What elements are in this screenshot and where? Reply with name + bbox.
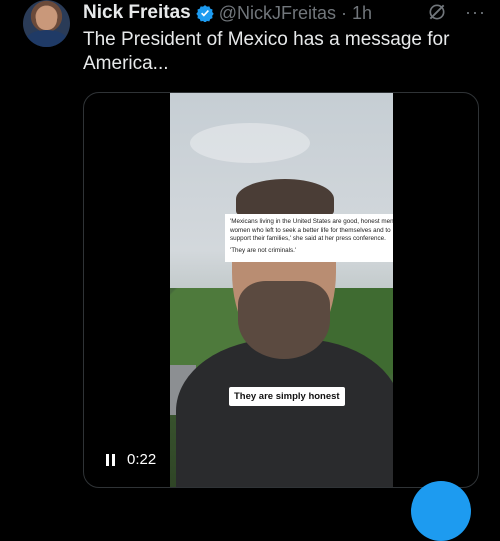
video-frame[interactable]: 'Mexicans living in the United States ar… bbox=[170, 93, 393, 487]
video-quote-overlay: 'Mexicans living in the United States ar… bbox=[225, 214, 393, 263]
tweet-header: Nick Freitas @NickJFreitas · 1h bbox=[83, 0, 372, 26]
grok-icon[interactable] bbox=[427, 2, 447, 22]
video-caption: They are simply honest bbox=[229, 387, 345, 406]
tweet-actions-top: ··· bbox=[427, 2, 486, 22]
video-person-beard bbox=[238, 281, 330, 359]
video-elapsed-time: 0:22 bbox=[127, 451, 157, 468]
compose-button[interactable] bbox=[411, 481, 471, 541]
quote-paragraph-1: 'Mexicans living in the United States ar… bbox=[230, 218, 393, 243]
tweet-text: The President of Mexico has a message fo… bbox=[83, 29, 450, 74]
more-icon[interactable]: ··· bbox=[465, 3, 486, 21]
video-person-shirt bbox=[176, 339, 393, 487]
video-player[interactable]: 'Mexicans living in the United States ar… bbox=[83, 92, 479, 488]
separator-dot: · bbox=[341, 2, 348, 23]
video-controls: 0:22 bbox=[106, 451, 156, 468]
author-handle[interactable]: @NickJFreitas bbox=[219, 3, 336, 24]
video-person-hair bbox=[236, 179, 334, 219]
video-sky bbox=[190, 123, 310, 163]
avatar-shirt bbox=[26, 30, 67, 47]
author-name[interactable]: Nick Freitas bbox=[83, 2, 191, 24]
verified-badge-icon bbox=[196, 5, 214, 22]
author-avatar[interactable] bbox=[23, 0, 70, 47]
quote-paragraph-2: 'They are not criminals.' bbox=[230, 246, 297, 254]
tweet-timestamp[interactable]: 1h bbox=[352, 3, 372, 24]
pause-icon[interactable] bbox=[106, 453, 115, 466]
avatar-face bbox=[36, 6, 57, 30]
